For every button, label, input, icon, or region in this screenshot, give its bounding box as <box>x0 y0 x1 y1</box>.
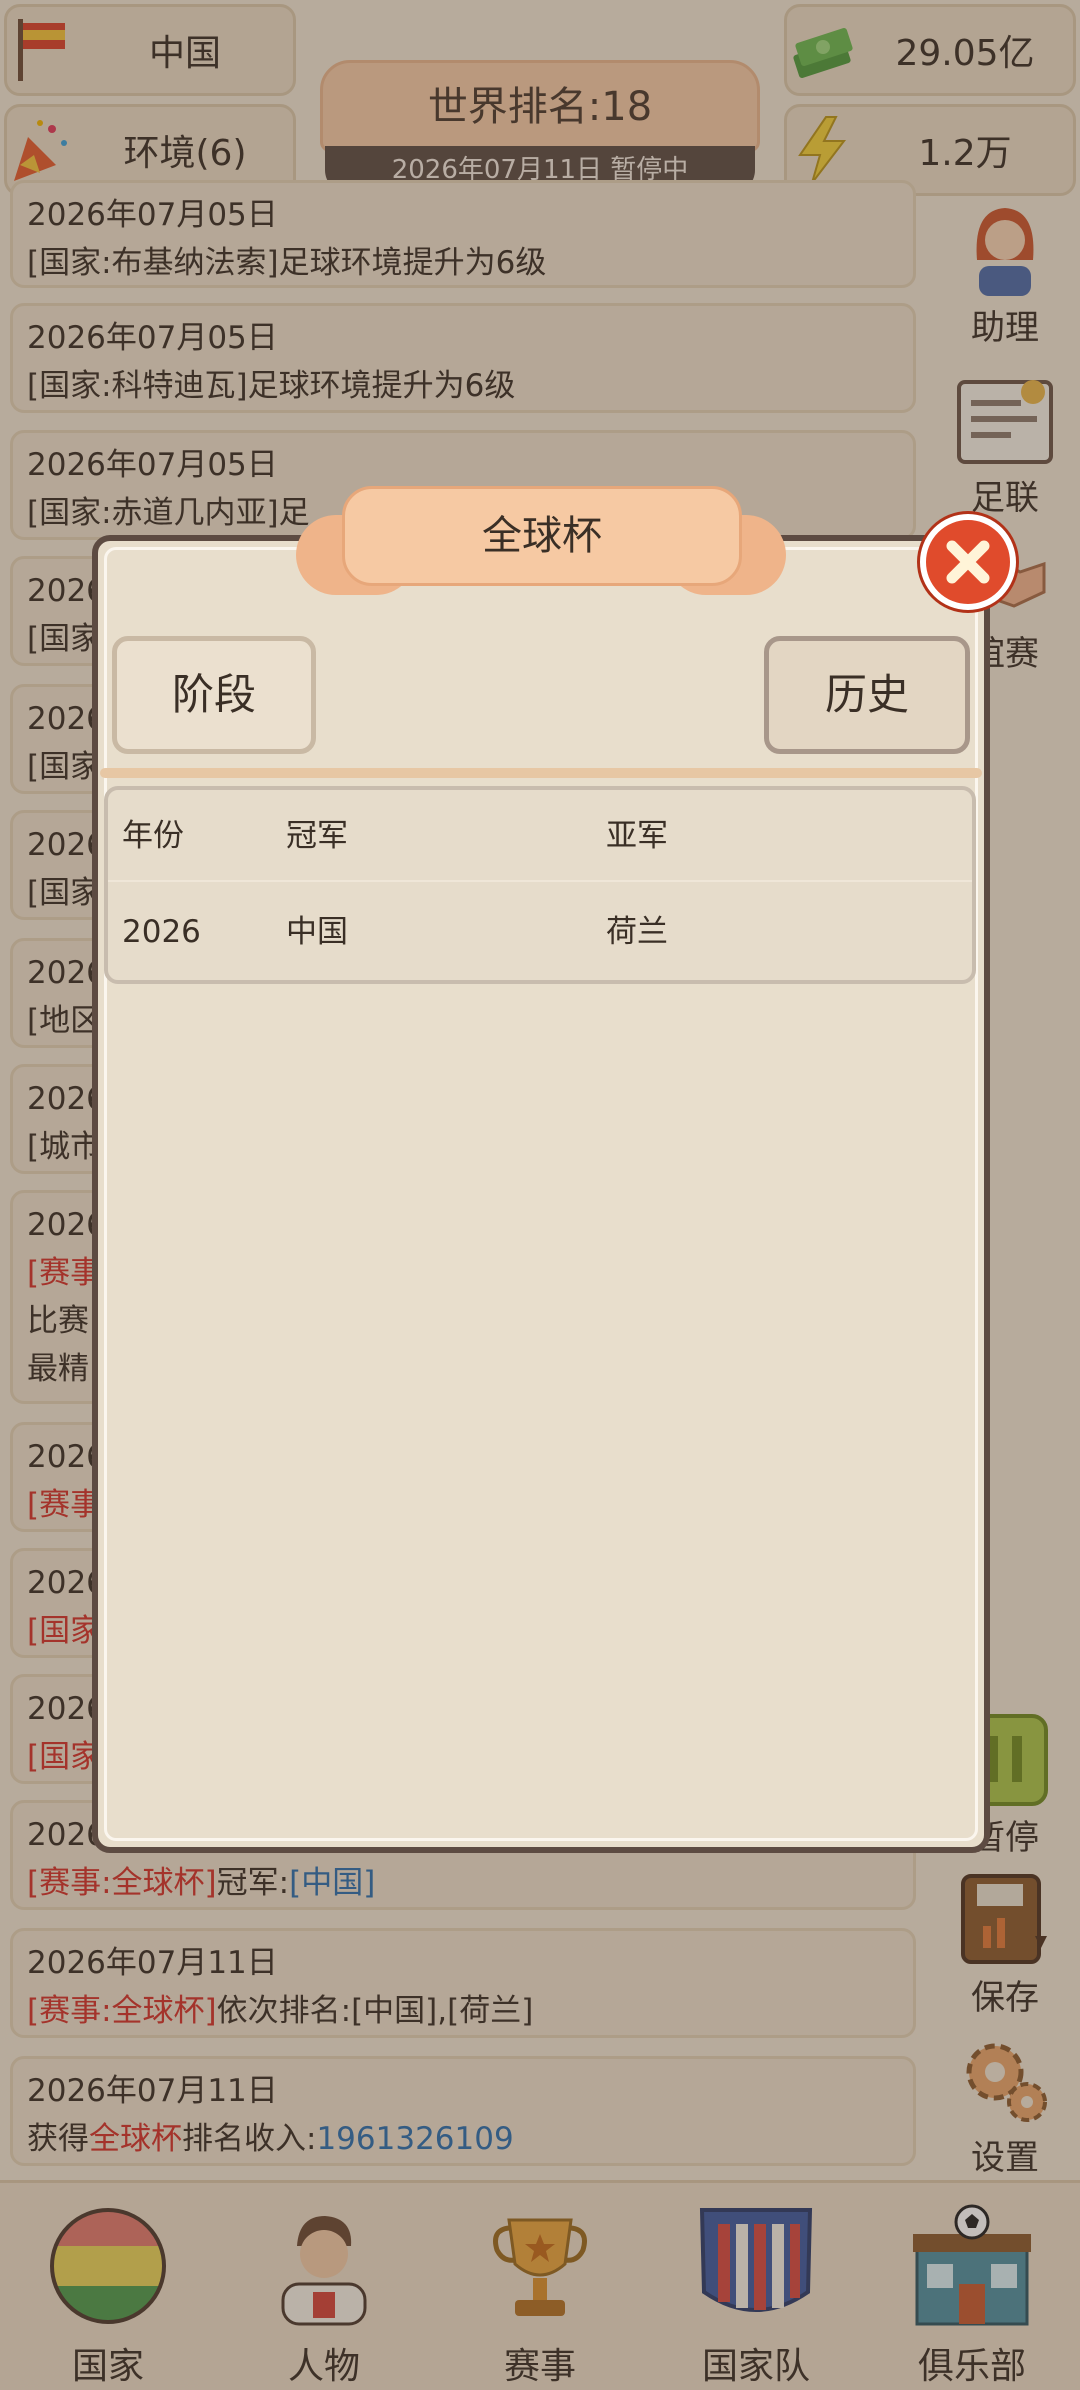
dialog-title: 全球杯 <box>342 486 742 586</box>
history-table: 年份 冠军 亚军 2026 中国 荷兰 <box>104 786 976 984</box>
header-champion: 冠军 <box>286 818 348 854</box>
tab-history[interactable]: 历史 <box>764 636 970 754</box>
header-runner-up: 亚军 <box>606 818 668 854</box>
close-button[interactable] <box>920 514 1016 610</box>
cell-year: 2026 <box>122 914 201 950</box>
table-header-row: 年份 冠军 亚军 <box>108 790 972 882</box>
table-row: 2026 中国 荷兰 <box>108 886 972 978</box>
header-year: 年份 <box>122 818 184 854</box>
tab-stage[interactable]: 阶段 <box>112 636 316 754</box>
cell-champion: 中国 <box>286 914 348 950</box>
close-icon <box>946 540 990 584</box>
tab-divider <box>100 768 982 778</box>
cell-runner-up: 荷兰 <box>606 914 668 950</box>
